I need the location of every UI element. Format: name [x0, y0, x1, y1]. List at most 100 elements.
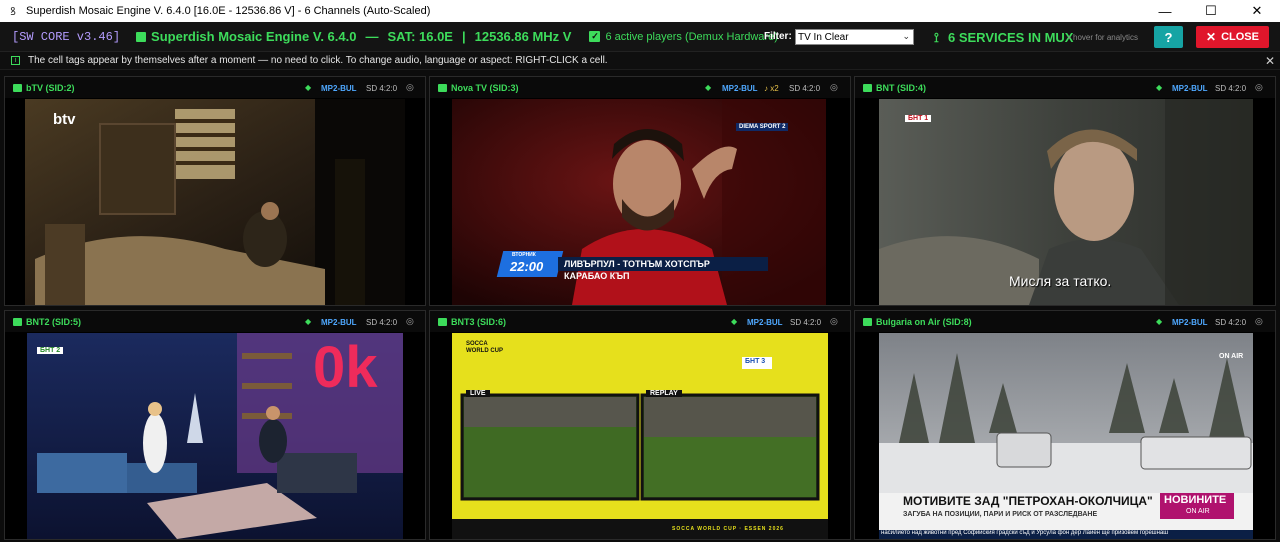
globe-icon: ◎	[830, 316, 838, 326]
status-diamond-icon: ◆	[305, 317, 312, 326]
tv-icon	[438, 317, 447, 326]
channel-cell-btv[interactable]: bTV (SID:2) ◆ MP2-BUL SD 4:2:0 ◎ btv	[4, 76, 426, 306]
separator: |	[461, 29, 466, 44]
engine-title: Superdish Mosaic Engine V. 6.4.0	[151, 29, 357, 44]
globe-icon: ◎	[1255, 316, 1263, 326]
video-frame: БНТ 1 Мисля за татко.	[879, 99, 1253, 305]
replay-label: REPLAY	[646, 390, 682, 397]
globe-icon: ◎	[830, 82, 838, 92]
info-bar: i The cell tags appear by themselves aft…	[0, 52, 1280, 70]
filter-selected-value: TV In Clear	[798, 31, 849, 43]
channel-name: BNT (SID:4)	[876, 82, 926, 93]
filter-select[interactable]: TV In Clear ⌄	[795, 29, 914, 45]
mosaic-grid: bTV (SID:2) ◆ MP2-BUL SD 4:2:0 ◎ btv Nov…	[0, 74, 1280, 542]
channel-logo: БНТ 3	[745, 358, 766, 365]
tv-icon	[863, 83, 872, 92]
news-ticker: насилието над животни пред Софийския гра…	[881, 530, 1169, 536]
audio-codec-badge: MP2-BUL	[321, 84, 357, 93]
services-hint: • hover for analytics	[1068, 33, 1138, 42]
globe-icon: ◎	[1255, 82, 1263, 92]
program-lower-third: ВТОРНИК 22:00 ЛИВЪРПУЛ - ТОТНЪМ ХОТСПЪР …	[496, 251, 770, 283]
signal-icon: ⟟	[934, 30, 939, 45]
audio-tracks-badge: ♪ x2	[764, 84, 779, 93]
event-logo: SOCCA WORLD CUP	[466, 341, 503, 354]
core-version-badge: [SW CORE v3.46]	[12, 29, 121, 44]
program-day: ВТОРНИК	[512, 252, 536, 258]
channel-name: Nova TV (SID:3)	[451, 82, 519, 93]
channel-logo: ON AIR	[1219, 353, 1244, 360]
channel-cell-bnt2[interactable]: BNT2 (SID:5) ◆ MP2-BUL SD 4:2:0 ◎ БНТ 2 …	[4, 310, 426, 540]
channel-cell-bulgaria-on-air[interactable]: Bulgaria on Air (SID:8) ◆ MP2-BUL SD 4:2…	[854, 310, 1276, 540]
tv-icon	[863, 317, 872, 326]
audio-codec-badge: MP2-BUL	[321, 318, 357, 327]
news-badge-title: НОВИНИТЕ	[1164, 494, 1227, 506]
separator: —	[365, 29, 379, 44]
channel-cell-bnt[interactable]: BNT (SID:4) ◆ MP2-BUL SD 4:2:0 ◎ БНТ 1 М…	[854, 76, 1276, 306]
globe-icon: ◎	[406, 82, 414, 92]
services-in-mux[interactable]: 6 SERVICES IN MUX	[948, 30, 1073, 45]
video-frame: БНТ 2 0k	[27, 333, 403, 539]
help-button[interactable]: ?	[1154, 26, 1183, 48]
close-label: CLOSE	[1221, 31, 1259, 43]
info-text: The cell tags appear by themselves after…	[28, 55, 608, 66]
satellite-position: SAT: 16.0E	[387, 29, 453, 44]
channel-logo: БНТ 2	[37, 347, 64, 354]
news-badge: НОВИНИТЕ ON AIR	[1160, 493, 1234, 519]
news-badge-sub: ON AIR	[1186, 508, 1210, 515]
channel-cell-bnt3[interactable]: BNT3 (SID:6) ◆ MP2-BUL SD 4:2:0 ◎ SOCCA …	[429, 310, 851, 540]
maximize-button[interactable]: ☐	[1188, 0, 1234, 22]
video-frame: btv	[25, 99, 405, 305]
video-format-badge: SD 4:2:0	[1215, 84, 1247, 93]
news-headline: МОТИВИТЕ ЗАД "ПЕТРОХАН-ОКОЛЧИЦА"	[903, 494, 1153, 508]
cell-tag-bar: bTV (SID:2) ◆ MP2-BUL SD 4:2:0 ◎	[5, 77, 425, 98]
program-time: 22:00	[510, 259, 544, 274]
video-frame: ON AIR МОТИВИТЕ ЗАД "ПЕТРОХАН-ОКОЛЧИЦА" …	[879, 333, 1253, 539]
channel-logo: DIEMA SPORT 2	[736, 123, 789, 131]
video-format-badge: SD 4:2:0	[1215, 318, 1247, 327]
status-diamond-icon: ◆	[1156, 83, 1163, 92]
window-title: Superdish Mosaic Engine V. 6.4.0 [16.0E …	[26, 5, 431, 17]
audio-codec-badge: MP2-BUL	[1172, 84, 1208, 93]
tv-icon	[13, 317, 22, 326]
close-icon: ✕	[1206, 30, 1217, 44]
channel-name: Bulgaria on Air (SID:8)	[876, 316, 972, 327]
status-diamond-icon: ◆	[1156, 317, 1163, 326]
chevron-down-icon: ⌄	[902, 31, 910, 41]
transponder-frequency: 12536.86 MHz V	[474, 29, 572, 44]
live-label: LIVE	[466, 390, 490, 397]
video-frame: SOCCA WORLD CUP БНТ 3 LIVE REPLAY SOCCA …	[452, 333, 828, 539]
program-title: ЛИВЪРПУЛ - ТОТНЪМ ХОТСПЪР	[564, 259, 710, 269]
channel-name: BNT2 (SID:5)	[26, 316, 82, 327]
window-titlebar: ꝸ Superdish Mosaic Engine V. 6.4.0 [16.0…	[0, 0, 1280, 22]
channel-name: BNT3 (SID:6)	[451, 316, 507, 327]
video-subtitle: Мисля за татко.	[1009, 273, 1112, 289]
tv-icon	[438, 83, 447, 92]
cell-tag-bar: Bulgaria on Air (SID:8) ◆ MP2-BUL SD 4:2…	[855, 311, 1275, 332]
cell-tag-bar: Nova TV (SID:3) ◆ MP2-BUL ♪ x2 SD 4:2:0 …	[430, 77, 850, 98]
tv-icon	[136, 31, 147, 42]
checkbox-checked-icon: ✓	[589, 31, 601, 42]
video-image	[452, 333, 828, 539]
audio-codec-badge: MP2-BUL	[722, 84, 758, 93]
cell-tag-bar: BNT (SID:4) ◆ MP2-BUL SD 4:2:0 ◎	[855, 77, 1275, 98]
tv-icon	[13, 83, 22, 92]
satellite-dish-icon: ꝸ	[10, 5, 16, 18]
news-subheadline: ЗАГУБА НА ПОЗИЦИИ, ПАРИ И РИСК ОТ РАЗСЛЕ…	[903, 511, 1098, 518]
close-button[interactable]: ✕ CLOSE	[1196, 26, 1269, 48]
status-diamond-icon: ◆	[705, 83, 712, 92]
info-icon: i	[11, 56, 20, 65]
help-label: ?	[1164, 29, 1173, 45]
globe-icon: ◎	[406, 316, 414, 326]
channel-logo: btv	[53, 111, 76, 128]
program-subtitle: КАРАБАО КЪП	[564, 271, 630, 281]
video-format-badge: SD 4:2:0	[789, 84, 821, 93]
window-close-button[interactable]: ✕	[1234, 0, 1280, 22]
video-format-badge: SD 4:2:0	[790, 318, 822, 327]
window-controls: — ☐ ✕	[1142, 0, 1280, 22]
channel-cell-nova-tv[interactable]: Nova TV (SID:3) ◆ MP2-BUL ♪ x2 SD 4:2:0 …	[429, 76, 851, 306]
cell-tag-bar: BNT2 (SID:5) ◆ MP2-BUL SD 4:2:0 ◎	[5, 311, 425, 332]
info-close-button[interactable]: ✕	[1265, 54, 1275, 68]
minimize-button[interactable]: —	[1142, 0, 1188, 22]
app-toolbar: [SW CORE v3.46] Superdish Mosaic Engine …	[0, 22, 1280, 52]
video-format-badge: SD 4:2:0	[366, 318, 398, 327]
